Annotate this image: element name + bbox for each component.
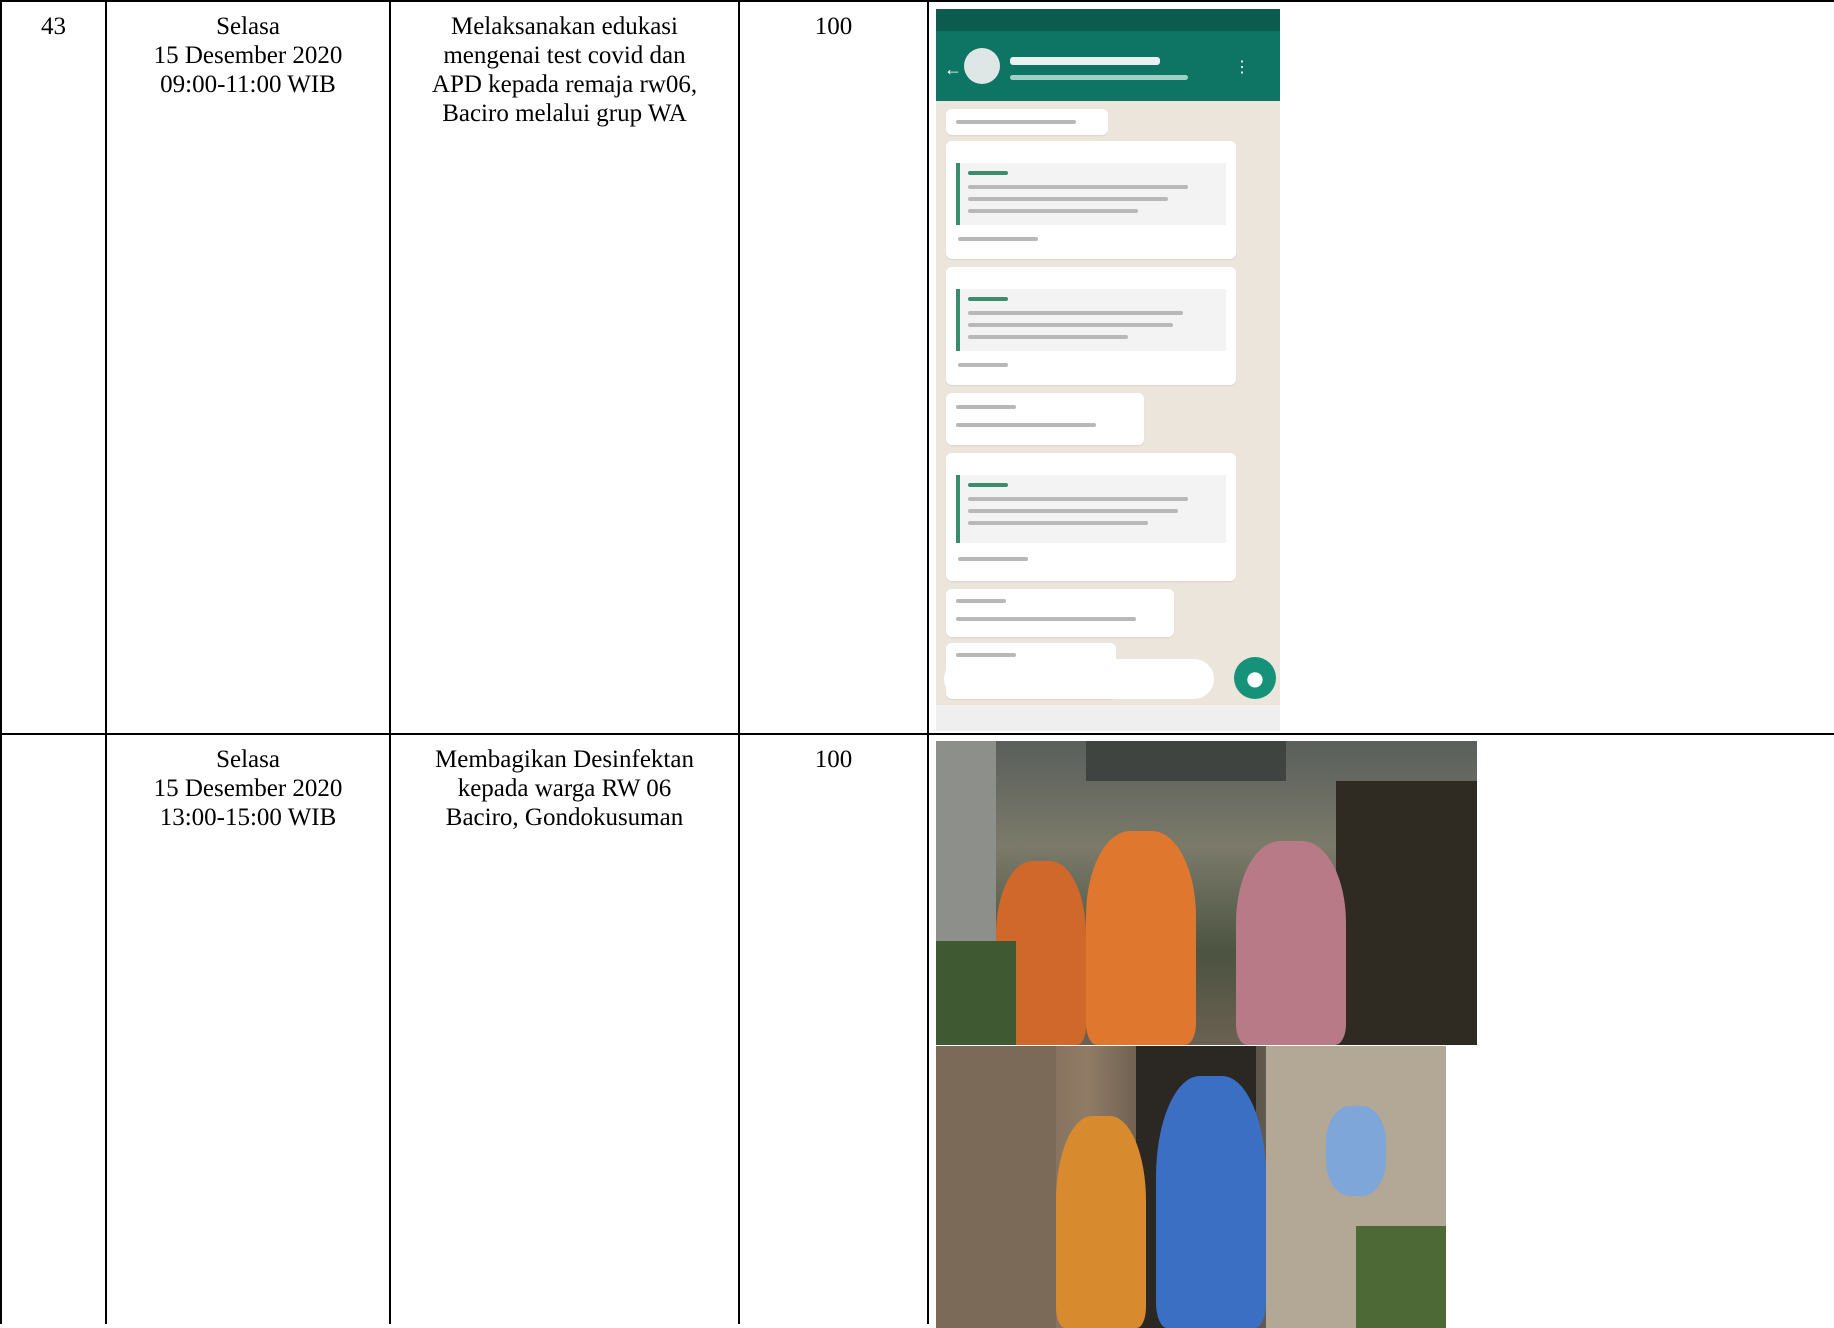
activity-line: Baciro, Gondokusuman bbox=[445, 804, 684, 831]
activity-line: mengenai test covid dan bbox=[443, 42, 686, 69]
message-input-blur bbox=[944, 659, 1214, 699]
day-text: Selasa bbox=[216, 746, 280, 773]
phone-nav-bar bbox=[936, 705, 1280, 731]
hours-text: 13:00-15:00 WIB bbox=[159, 804, 337, 831]
date-text: 15 Desember 2020 bbox=[153, 42, 343, 69]
activity-log-table: 43 Selasa 15 Desember 2020 09:00-11:00 W… bbox=[0, 0, 1834, 1324]
row-number-cell bbox=[0, 733, 107, 1324]
chat-bubble bbox=[946, 267, 1236, 385]
activity-cell: Membagikan Desinfektan kepada warga RW 0… bbox=[389, 733, 740, 1324]
activity-line: kepada warga RW 06 bbox=[457, 775, 672, 802]
date-text: 15 Desember 2020 bbox=[153, 775, 343, 802]
chat-header: ← ⋮ bbox=[936, 31, 1280, 101]
group-members-blur bbox=[1010, 75, 1188, 80]
phone-status-bar bbox=[936, 9, 1280, 31]
group-name-blur bbox=[1010, 57, 1160, 65]
chat-bubble bbox=[946, 141, 1236, 259]
chat-menu-icons: ⋮ bbox=[1234, 59, 1264, 76]
distribution-photo-1 bbox=[936, 741, 1477, 1045]
time-cell: Selasa 15 Desember 2020 09:00-11:00 WIB bbox=[105, 0, 391, 735]
chat-bubble bbox=[946, 393, 1144, 445]
score-cell: 100 bbox=[738, 733, 929, 1324]
group-avatar bbox=[964, 48, 1000, 84]
activity-line: Baciro melalui grup WA bbox=[442, 100, 687, 127]
chat-bubble bbox=[946, 109, 1108, 135]
table-row: Selasa 15 Desember 2020 13:00-15:00 WIB … bbox=[0, 733, 1834, 1324]
chat-area bbox=[936, 101, 1280, 699]
activity-line: Membagikan Desinfektan bbox=[435, 746, 694, 773]
time-cell: Selasa 15 Desember 2020 13:00-15:00 WIB bbox=[105, 733, 391, 1324]
activity-line: Melaksanakan edukasi bbox=[450, 13, 678, 40]
activity-line: APD kepada remaja rw06, bbox=[431, 71, 698, 98]
hours-text: 09:00-11:00 WIB bbox=[160, 71, 336, 98]
score-cell: 100 bbox=[738, 0, 929, 735]
back-arrow-icon: ← bbox=[944, 59, 962, 79]
row-number: 43 bbox=[41, 13, 66, 40]
activity-log-page: 43 Selasa 15 Desember 2020 09:00-11:00 W… bbox=[0, 0, 1834, 1328]
distribution-photo-2 bbox=[936, 1046, 1446, 1328]
score-value: 100 bbox=[814, 13, 853, 40]
chat-bubble bbox=[946, 453, 1236, 581]
table-row: 43 Selasa 15 Desember 2020 09:00-11:00 W… bbox=[0, 0, 1834, 735]
microphone-icon: ● bbox=[1234, 657, 1276, 699]
day-text: Selasa bbox=[216, 13, 280, 40]
whatsapp-screenshot: ← ⋮ ● bbox=[936, 9, 1280, 731]
activity-cell: Melaksanakan edukasi mengenai test covid… bbox=[389, 0, 740, 735]
score-value: 100 bbox=[814, 746, 853, 773]
chat-bubble bbox=[946, 589, 1174, 637]
row-number-cell: 43 bbox=[0, 0, 107, 735]
